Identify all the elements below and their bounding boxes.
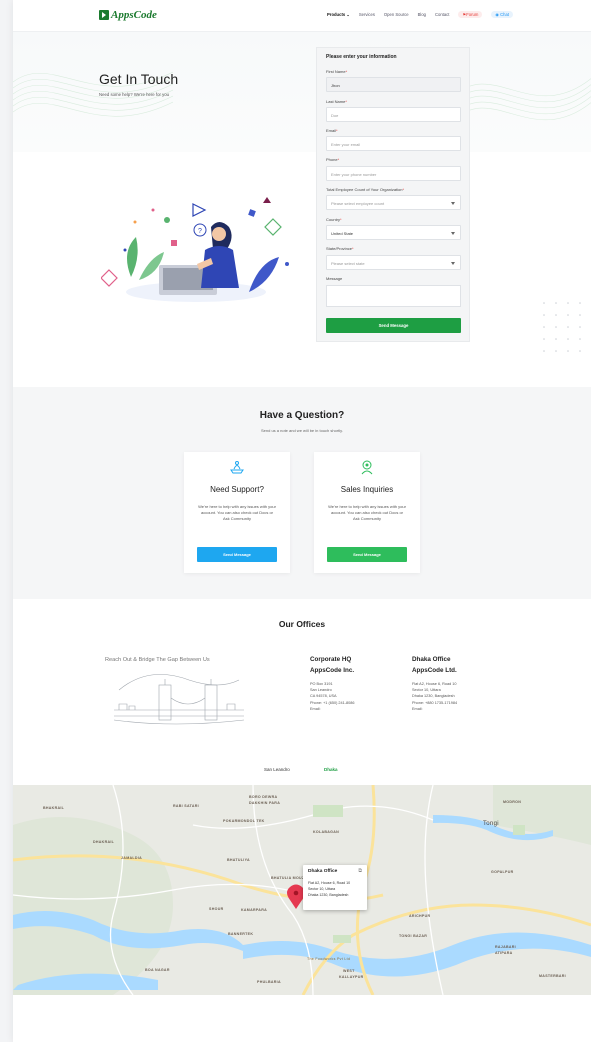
map-label-rabi-satari: RABI SATARI <box>173 804 199 808</box>
bridge-illustration <box>113 674 245 725</box>
map-label-modron: MODRON <box>503 800 521 804</box>
map-canvas: BHAKRAIL RABI SATARI BORO DEWRA DAKKHIN … <box>13 785 591 995</box>
map-info-popup: Dhaka Office ⧉ Flat A2, House 6, Road 10… <box>303 865 367 910</box>
map-label-bannertek: BANNERTEK <box>228 932 253 936</box>
offices-tagline: Reach Out & Bridge The Gap Between Us <box>105 657 210 663</box>
contact-form: Please enter your information First Name… <box>316 47 470 342</box>
map-label-boro-dewra: BORO DEWRA <box>249 795 277 799</box>
map-label-dakkhin-para: DAKKHIN PARA <box>249 801 280 805</box>
nav-services[interactable]: Services <box>359 12 375 18</box>
nav-products[interactable]: Products ⌄ <box>327 12 350 18</box>
support-send-message-button[interactable]: Send Message <box>197 547 277 562</box>
tab-san-leandro[interactable]: San Leandro <box>264 767 290 772</box>
map-label-tongi-bazar: TONGI BAZAR <box>399 934 427 938</box>
phone-field[interactable]: Enter your phone number <box>326 166 461 181</box>
support-card: Need Support? We're here to help with an… <box>184 452 290 573</box>
offices-title: Our Offices <box>278 619 326 629</box>
map-label-west: WEST <box>343 969 355 973</box>
message-textarea[interactable] <box>326 285 461 307</box>
map-label-boa-nagar: BOA NAGAR <box>145 968 170 972</box>
form-heading: Please enter your information <box>326 54 397 60</box>
sales-send-message-button[interactable]: Send Message <box>327 547 407 562</box>
tab-dhaka[interactable]: Dhaka <box>324 767 338 772</box>
map-label-gopalpur: GOPALPUR <box>491 870 514 874</box>
svg-text:?: ? <box>198 228 202 235</box>
map-label-bhakrail: BHAKRAIL <box>43 806 65 810</box>
sales-icon <box>361 460 373 475</box>
country-select[interactable]: United State <box>326 225 461 240</box>
support-card-title: Need Support? <box>210 485 264 494</box>
external-link-icon[interactable]: ⧉ <box>358 868 362 874</box>
employee-count-select[interactable]: Please select employee count <box>326 195 461 210</box>
sales-card: Sales Inquiries We're here to help with … <box>314 452 420 573</box>
support-icon <box>230 461 244 474</box>
map-label-bhatuliya: BHATULIYA <box>227 858 250 862</box>
message-label: Message <box>326 276 343 281</box>
map-label-foodworks: The Foodworks Pvt Ltd <box>307 957 350 961</box>
page-title: Get In Touch <box>99 71 179 87</box>
phone-label: Phone* <box>326 157 340 162</box>
map-label-kamarpara: KAMARPARA <box>241 908 267 912</box>
top-navbar: AppsCode Products ⌄ Services Open Source… <box>13 0 591 32</box>
map-popup-address: Flat A2, House 6, Road 10 Sector 10, Utt… <box>308 881 351 897</box>
corporate-office-heading: Corporate HQ AppsCode Inc. <box>310 656 355 674</box>
logo-mark-icon <box>99 10 109 20</box>
email-field[interactable]: Enter your email <box>326 136 461 151</box>
last-name-label: Last Name* <box>326 99 347 104</box>
main-nav: Products ⌄ Services Open Source Blog Con… <box>327 11 513 18</box>
map-label-atipara: ATIPARA <box>495 951 513 955</box>
map-label-kolabagan: KOLABAGAN <box>313 830 339 834</box>
country-label: Country* <box>326 217 342 222</box>
contact-illustration: ? <box>101 197 289 302</box>
map-label-arichpur: ARICHPUR <box>409 914 430 918</box>
wave-pattern-right <box>453 78 591 122</box>
map-label-kallaypur: KALLAYPUR <box>339 975 364 979</box>
first-name-label: First Name* <box>326 69 348 74</box>
wave-pattern-left <box>13 71 173 117</box>
appscode-logo[interactable]: AppsCode <box>99 9 157 21</box>
map-label-bhatulia-mouza: BHATULIA MOUZA <box>271 876 307 880</box>
map-label-jamaldia: JAMALDIA <box>121 856 142 860</box>
nav-open-source[interactable]: Open Source <box>384 12 409 18</box>
first-name-field[interactable]: Jhon <box>326 77 461 92</box>
support-card-text: We're here to help with any issues with … <box>198 504 276 521</box>
map-popup-title: Dhaka Office <box>308 869 338 874</box>
state-label: State/Province* <box>326 246 354 251</box>
page: AppsCode Products ⌄ Services Open Source… <box>13 0 591 1042</box>
email-label: Email* <box>326 128 338 133</box>
send-message-button[interactable]: Send Message <box>326 318 461 333</box>
forum-button[interactable]: ⚑Forum <box>458 11 483 18</box>
office-map[interactable]: BHAKRAIL RABI SATARI BORO DEWRA DAKKHIN … <box>13 785 591 995</box>
map-label-phulbaria: PHULBARIA <box>257 980 281 984</box>
logo-text: AppsCode <box>111 9 157 21</box>
dhaka-office-address: Flat A2, House 6, Road 10 Sector 10, Utt… <box>412 682 458 711</box>
page-subtitle: Need some help? We're here for you <box>99 92 170 97</box>
map-label-dhakrail: DHAKRAIL <box>93 840 115 844</box>
question-subtitle: Send us a note and we will be in touch s… <box>261 428 343 433</box>
question-title: Have a Question? <box>259 410 345 421</box>
sales-card-text: We're here to help with any issues with … <box>328 504 406 521</box>
map-label-tongi: Tongi <box>483 821 499 827</box>
dhaka-office-heading: Dhaka Office AppsCode Ltd. <box>412 656 457 674</box>
nav-contact[interactable]: Contact <box>435 12 449 18</box>
last-name-field[interactable]: Doe <box>326 107 461 122</box>
map-label-pokarmondol: POKARMONDOL TEK <box>223 819 265 823</box>
chat-button[interactable]: ◉ Chat <box>491 11 513 18</box>
map-label-shour: SHOUR <box>209 907 224 911</box>
sales-card-title: Sales Inquiries <box>340 485 394 494</box>
dot-grid-decoration <box>543 302 581 352</box>
map-label-masterbari: MASTERBARI <box>539 974 566 978</box>
nav-blog[interactable]: Blog <box>418 12 426 18</box>
map-label-rajabari: RAJABARI <box>495 945 516 949</box>
corporate-office-address: PO Box 3191 San Leandro CA 94578, USA Ph… <box>310 682 355 711</box>
employee-count-label: Total Employee Count of Your Organizatio… <box>326 187 405 192</box>
state-select[interactable]: Please select state <box>326 255 461 270</box>
